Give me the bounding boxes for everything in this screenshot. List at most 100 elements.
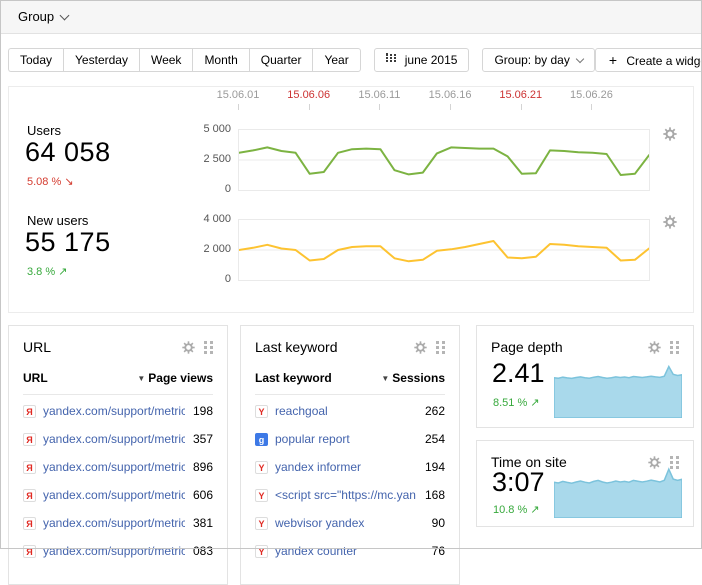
sort-desc-icon: ▼	[381, 374, 389, 383]
x-axis-date-label: 15.06.21	[499, 89, 542, 101]
users-metric-value: 64 058	[25, 137, 111, 168]
column-header-page-views[interactable]: ▼Page views	[137, 371, 213, 385]
new-users-widget-gear-icon[interactable]	[663, 215, 677, 229]
row-value: 194	[425, 460, 445, 474]
users-widget-gear-icon[interactable]	[663, 127, 677, 141]
row-link[interactable]: webvisor yandex	[275, 516, 424, 530]
yandex-favicon: Y	[255, 517, 268, 530]
table-row: Ywebvisor yandex 90	[255, 509, 445, 537]
x-axis-tick	[521, 104, 522, 110]
yandex-favicon: Я	[23, 545, 36, 558]
new-users-delta: 3.8 % ↗	[27, 265, 67, 278]
new-users-metric-value: 55 175	[25, 227, 111, 258]
row-value: 198	[193, 404, 213, 418]
sort-desc-icon: ▼	[137, 374, 145, 383]
group-by-label: Group: by day	[494, 49, 569, 71]
trend-up-arrow-icon: ↗	[58, 266, 67, 278]
range-button-week[interactable]: Week	[139, 48, 192, 72]
table-row: Яyandex.com/support/metric... 083	[23, 537, 213, 565]
range-button-month[interactable]: Month	[192, 48, 248, 72]
trend-up-arrow-icon: ↗	[530, 504, 539, 516]
main-chart-panel: 15.06.0115.06.0615.06.1115.06.1615.06.21…	[8, 86, 694, 313]
page-depth-sparkline	[554, 362, 682, 418]
yandex-favicon: Я	[23, 405, 36, 418]
row-link[interactable]: yandex.com/support/metric...	[43, 432, 185, 446]
row-link[interactable]: popular report	[275, 432, 417, 446]
row-link[interactable]: yandex.com/support/metric...	[43, 488, 185, 502]
row-value: 168	[425, 488, 445, 502]
yandex-favicon: Я	[23, 433, 36, 446]
row-link[interactable]: yandex.com/support/metric...	[43, 544, 185, 558]
range-button-today[interactable]: Today	[8, 48, 63, 72]
row-link[interactable]: yandex informer	[275, 460, 417, 474]
chevron-down-icon	[60, 11, 70, 21]
yandex-favicon: Y	[255, 461, 268, 474]
google-favicon: g	[255, 433, 268, 446]
table-row: Яyandex.com/support/metric... 357	[23, 425, 213, 453]
row-value: 083	[193, 544, 213, 558]
create-widget-button[interactable]: + Create a widget	[595, 48, 702, 72]
widget-title: URL	[23, 339, 182, 355]
table-row: Yyandex counter 76	[255, 537, 445, 565]
table-row: gpopular report254	[255, 425, 445, 453]
group-by-dropdown[interactable]: Group: by day	[482, 48, 594, 72]
drag-handle-icon[interactable]	[204, 341, 213, 354]
row-value: 90	[432, 516, 445, 530]
column-header-url[interactable]: URL	[23, 371, 137, 385]
group-menu-dropdown[interactable]: Group	[18, 9, 68, 24]
url-widget: URL	[8, 325, 228, 585]
x-axis-tick	[309, 104, 310, 110]
time-on-site-value: 3:07	[492, 467, 545, 498]
toolbar: TodayYesterdayWeekMonthQuarterYear june …	[0, 34, 702, 86]
page-depth-widget-gear-icon[interactable]	[648, 341, 661, 354]
users-line-chart	[238, 129, 650, 191]
row-link[interactable]: yandex.com/support/metrica/	[43, 404, 185, 418]
drag-handle-icon[interactable]	[436, 341, 445, 354]
yandex-favicon: Y	[255, 545, 268, 558]
page-depth-delta: 8.51 % ↗	[493, 396, 540, 409]
y-tick: 5 000	[161, 123, 231, 135]
row-link[interactable]: yandex.com/support/metric...	[43, 460, 185, 474]
row-link[interactable]: <script src="https://mc.yan...	[275, 488, 417, 502]
x-axis-date-label: 15.06.01	[217, 89, 260, 101]
time-on-site-widget: Time on site	[476, 440, 694, 527]
x-axis-dates: 15.06.0115.06.0615.06.1115.06.1615.06.21…	[238, 89, 648, 111]
users-metric-label: Users	[27, 123, 61, 138]
date-range-segmented-control: TodayYesterdayWeekMonthQuarterYear	[8, 48, 361, 72]
y-tick: 0	[161, 273, 231, 285]
x-axis-date-label: 15.06.16	[429, 89, 472, 101]
table-row: Яyandex.com/support/metrica/198	[23, 397, 213, 425]
row-link[interactable]: yandex counter	[275, 544, 424, 558]
x-axis-tick	[379, 104, 380, 110]
date-picker-button[interactable]: june 2015	[374, 48, 470, 72]
table-row: Yreachgoal262	[255, 397, 445, 425]
row-value: 381	[193, 516, 213, 530]
row-value: 262	[425, 404, 445, 418]
small-widgets-column: Page depth	[476, 325, 694, 527]
widget-title: Page depth	[491, 339, 648, 355]
url-widget-gear-icon[interactable]	[182, 341, 195, 354]
last-keyword-widget-gear-icon[interactable]	[414, 341, 427, 354]
column-header-sessions[interactable]: ▼Sessions	[381, 371, 445, 385]
range-button-quarter[interactable]: Quarter	[249, 48, 313, 72]
row-link[interactable]: reachgoal	[275, 404, 417, 418]
drag-handle-icon[interactable]	[670, 341, 679, 354]
x-axis-tick	[591, 104, 592, 110]
table-row: Яyandex.com/support/metric...606	[23, 481, 213, 509]
range-button-yesterday[interactable]: Yesterday	[63, 48, 139, 72]
group-menu-label: Group	[18, 9, 54, 24]
chevron-down-icon	[576, 55, 584, 63]
row-value: 606	[193, 488, 213, 502]
x-axis-tick	[450, 104, 451, 110]
row-value: 357	[193, 432, 213, 446]
y-tick: 2 500	[161, 153, 231, 165]
table-row: Yyandex informer 194	[255, 453, 445, 481]
row-value: 76	[432, 544, 445, 558]
x-axis-tick	[238, 104, 239, 110]
time-on-site-sparkline	[554, 465, 682, 518]
y-tick: 2 000	[161, 243, 231, 255]
column-header-last-keyword[interactable]: Last keyword	[255, 371, 381, 385]
row-link[interactable]: yandex.com/support/metric...	[43, 516, 185, 530]
range-button-year[interactable]: Year	[312, 48, 360, 72]
users-delta: 5.08 % ↘	[27, 175, 74, 188]
